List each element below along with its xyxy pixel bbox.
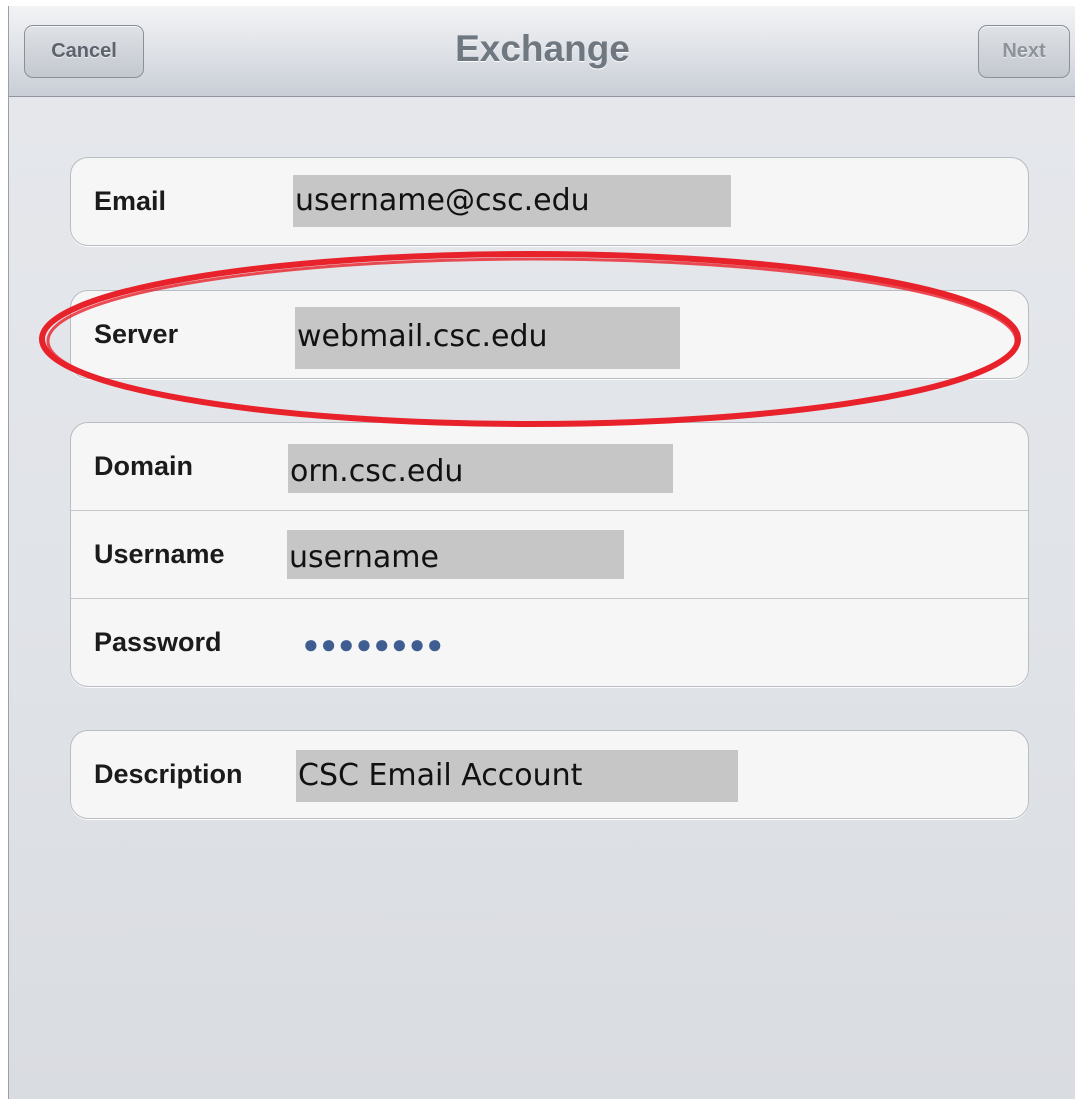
email-group: Email username@csc.edu (70, 157, 1029, 246)
username-label: Username (94, 539, 225, 569)
credentials-group: Domain orn.csc.edu Username username Pas… (70, 422, 1029, 687)
description-row[interactable]: Description CSC Email Account (71, 731, 1028, 818)
description-group: Description CSC Email Account (70, 730, 1029, 819)
server-row[interactable]: Server webmail.csc.edu (71, 291, 1028, 378)
server-group: Server webmail.csc.edu (70, 290, 1029, 379)
password-row[interactable]: Password ●●●●●●●● (71, 599, 1028, 686)
server-field[interactable]: webmail.csc.edu (295, 307, 680, 369)
domain-row[interactable]: Domain orn.csc.edu (71, 423, 1028, 511)
domain-label: Domain (94, 451, 194, 481)
username-field[interactable]: username (287, 530, 624, 579)
exchange-setup-screen: Cancel Exchange Next Email username@csc.… (8, 6, 1075, 1099)
email-label: Email (94, 186, 167, 216)
description-label: Description (94, 759, 243, 789)
username-row[interactable]: Username username (71, 511, 1028, 599)
server-label: Server (94, 319, 179, 349)
password-label: Password (94, 627, 222, 657)
email-row[interactable]: Email username@csc.edu (71, 158, 1028, 245)
email-field[interactable]: username@csc.edu (293, 175, 731, 227)
next-button[interactable]: Next (978, 25, 1070, 78)
description-field[interactable]: CSC Email Account (296, 750, 738, 802)
domain-field[interactable]: orn.csc.edu (288, 444, 673, 493)
password-field[interactable]: ●●●●●●●● (303, 629, 445, 660)
navigation-bar: Cancel Exchange Next (9, 6, 1075, 97)
page-title: Exchange (455, 28, 630, 69)
